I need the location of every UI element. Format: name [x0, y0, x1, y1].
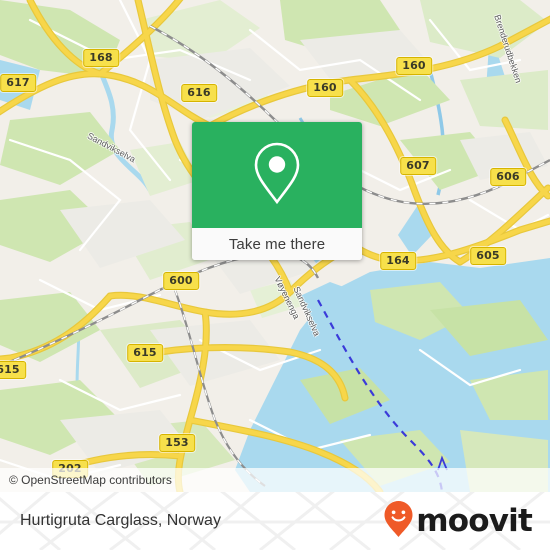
- road-shield: 153: [159, 434, 195, 452]
- road-shield: 168: [83, 49, 119, 67]
- road-shield: 600: [163, 272, 199, 290]
- map-pin-icon: [251, 140, 303, 211]
- take-me-there-button[interactable]: Take me there: [229, 236, 325, 253]
- moovit-pin-smiley-icon: [383, 500, 414, 543]
- road-shield: 605: [470, 247, 506, 265]
- take-me-there-callout[interactable]: Take me there: [192, 122, 362, 260]
- road-shield: 615: [127, 344, 163, 362]
- openstreetmap-attribution[interactable]: © OpenStreetMap contributors: [0, 473, 172, 487]
- callout-action-bar[interactable]: Take me there: [192, 228, 362, 260]
- road-shield: 607: [400, 157, 436, 175]
- road-shield: 164: [380, 252, 416, 270]
- place-title: Hurtigruta Carglass, Norway: [20, 492, 221, 550]
- callout-pin-panel: [192, 122, 362, 228]
- road-shield: 160: [396, 57, 432, 75]
- moovit-brand[interactable]: moovit: [383, 492, 533, 550]
- road-shield: 617: [0, 74, 36, 92]
- map-screenshot-root: 6171686161601606076061646056006156151532…: [0, 0, 550, 550]
- road-shield: 615: [0, 361, 26, 379]
- map-attribution-bar: © OpenStreetMap contributors: [0, 468, 550, 492]
- map-canvas[interactable]: 6171686161601606076061646056006156151532…: [0, 0, 550, 492]
- road-shield: 160: [307, 79, 343, 97]
- place-title-text: Hurtigruta Carglass, Norway: [20, 512, 221, 529]
- footer-bar: Hurtigruta Carglass, Norway moovit: [0, 492, 550, 550]
- road-shield: 606: [490, 168, 526, 186]
- road-shield: 616: [181, 84, 217, 102]
- moovit-wordmark: moovit: [416, 502, 533, 539]
